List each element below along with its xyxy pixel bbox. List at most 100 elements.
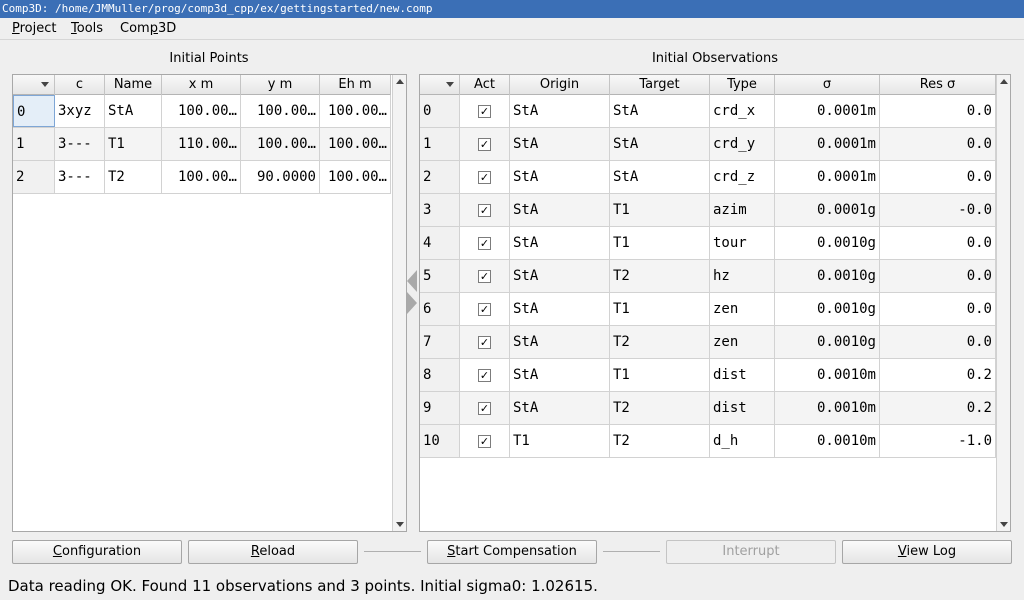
obs-col-res-sigma[interactable]: Res σ (880, 75, 996, 95)
row-number[interactable]: 0 (420, 95, 460, 127)
table-cell[interactable]: 0.0 (880, 128, 996, 160)
active-cell[interactable]: ✓ (460, 293, 510, 325)
scroll-up-icon[interactable] (1000, 79, 1008, 84)
table-row[interactable]: 0 3xyz StA 100.00… 100.00… 100.00… (13, 95, 391, 128)
table-cell[interactable]: StA (510, 95, 610, 127)
row-number[interactable]: 0 (13, 95, 55, 127)
observations-table[interactable]: Act Origin Target Type σ Res σ 0 ✓ StA StA c… (419, 74, 1011, 532)
table-cell[interactable]: StA (510, 227, 610, 259)
obs-col-sigma[interactable]: σ (775, 75, 880, 95)
table-cell[interactable]: tour (710, 227, 775, 259)
table-cell[interactable]: crd_z (710, 161, 775, 193)
interrupt-button[interactable]: Interrupt (666, 540, 836, 564)
table-cell[interactable]: azim (710, 194, 775, 226)
table-cell[interactable]: T1 (610, 227, 710, 259)
table-cell[interactable]: 90.0000 (241, 161, 320, 193)
table-cell[interactable]: T1 (610, 194, 710, 226)
points-col-y[interactable]: y m (241, 75, 320, 95)
table-cell[interactable]: StA (610, 95, 710, 127)
row-number[interactable]: 10 (420, 425, 460, 457)
table-cell[interactable]: dist (710, 392, 775, 424)
menu-tools[interactable]: Tools (71, 20, 103, 38)
table-cell[interactable]: 3--- (55, 128, 105, 160)
row-number[interactable]: 2 (420, 161, 460, 193)
table-cell[interactable]: T2 (610, 260, 710, 292)
points-table[interactable]: c Name x m y m Eh m 0 3xyz StA 100.00… 100.0… (12, 74, 407, 532)
row-number[interactable]: 1 (13, 128, 55, 160)
table-cell[interactable]: 0.0010g (775, 293, 880, 325)
active-cell[interactable]: ✓ (460, 227, 510, 259)
table-cell[interactable]: T2 (105, 161, 162, 193)
active-cell[interactable]: ✓ (460, 425, 510, 457)
table-cell[interactable]: T2 (610, 425, 710, 457)
checkmark-icon[interactable]: ✓ (478, 401, 491, 415)
obs-col-corner[interactable] (420, 75, 460, 95)
obs-col-type[interactable]: Type (710, 75, 775, 95)
table-cell[interactable]: StA (510, 359, 610, 391)
active-cell[interactable]: ✓ (460, 161, 510, 193)
table-cell[interactable]: -0.0 (880, 194, 996, 226)
checkmark-icon[interactable]: ✓ (478, 203, 491, 217)
checkmark-icon[interactable]: ✓ (478, 137, 491, 151)
row-number[interactable]: 2 (13, 161, 55, 193)
table-cell[interactable]: StA (510, 293, 610, 325)
points-scrollbar[interactable] (392, 75, 406, 531)
row-number[interactable]: 8 (420, 359, 460, 391)
table-cell[interactable]: T2 (610, 392, 710, 424)
table-cell[interactable]: zen (710, 326, 775, 358)
table-row[interactable]: 5 ✓ StA T2 hz 0.0010g 0.0 (420, 260, 996, 293)
active-cell[interactable]: ✓ (460, 392, 510, 424)
table-cell[interactable]: StA (610, 161, 710, 193)
table-row[interactable]: 2 ✓ StA StA crd_z 0.0001m 0.0 (420, 161, 996, 194)
table-cell[interactable]: 0.0 (880, 161, 996, 193)
table-cell[interactable]: T2 (610, 326, 710, 358)
table-row[interactable]: 8 ✓ StA T1 dist 0.0010m 0.2 (420, 359, 996, 392)
row-number[interactable]: 7 (420, 326, 460, 358)
points-col-corner[interactable] (13, 75, 55, 95)
triangle-left-icon[interactable] (407, 270, 417, 292)
table-row[interactable]: 10 ✓ T1 T2 d_h 0.0010m -1.0 (420, 425, 996, 458)
row-number[interactable]: 3 (420, 194, 460, 226)
table-row[interactable]: 2 3--- T2 100.00… 90.0000 100.00… (13, 161, 391, 194)
obs-col-act[interactable]: Act (460, 75, 510, 95)
active-cell[interactable]: ✓ (460, 194, 510, 226)
checkmark-icon[interactable]: ✓ (478, 104, 491, 118)
obs-col-origin[interactable]: Origin (510, 75, 610, 95)
table-row[interactable]: 9 ✓ StA T2 dist 0.0010m 0.2 (420, 392, 996, 425)
table-cell[interactable]: 0.0 (880, 260, 996, 292)
checkmark-icon[interactable]: ✓ (478, 335, 491, 349)
table-cell[interactable]: 100.00… (320, 128, 391, 160)
row-number[interactable]: 4 (420, 227, 460, 259)
view-log-button[interactable]: View Log (842, 540, 1012, 564)
row-number[interactable]: 9 (420, 392, 460, 424)
table-cell[interactable]: 110.00… (162, 128, 241, 160)
obs-col-target[interactable]: Target (610, 75, 710, 95)
table-cell[interactable]: hz (710, 260, 775, 292)
table-cell[interactable]: 0.2 (880, 359, 996, 391)
triangle-right-icon[interactable] (407, 292, 417, 314)
menu-project[interactable]: Project (12, 20, 57, 38)
table-cell[interactable]: 0.2 (880, 392, 996, 424)
table-cell[interactable]: -1.0 (880, 425, 996, 457)
table-cell[interactable]: StA (510, 161, 610, 193)
checkmark-icon[interactable]: ✓ (478, 170, 491, 184)
scroll-down-icon[interactable] (1000, 522, 1008, 527)
points-col-x[interactable]: x m (162, 75, 241, 95)
table-row[interactable]: 6 ✓ StA T1 zen 0.0010g 0.0 (420, 293, 996, 326)
table-cell[interactable]: StA (610, 128, 710, 160)
table-cell[interactable]: 3--- (55, 161, 105, 193)
table-cell[interactable]: 100.00… (241, 128, 320, 160)
table-cell[interactable]: 100.00… (320, 161, 391, 193)
table-cell[interactable]: T1 (610, 359, 710, 391)
panel-splitter[interactable] (405, 270, 417, 314)
table-cell[interactable]: 3xyz (55, 95, 105, 127)
active-cell[interactable]: ✓ (460, 95, 510, 127)
scroll-up-icon[interactable] (396, 79, 404, 84)
points-col-c[interactable]: c (55, 75, 105, 95)
scroll-down-icon[interactable] (396, 522, 404, 527)
active-cell[interactable]: ✓ (460, 359, 510, 391)
table-cell[interactable]: 100.00… (241, 95, 320, 127)
table-cell[interactable]: 100.00… (162, 161, 241, 193)
row-number[interactable]: 5 (420, 260, 460, 292)
table-cell[interactable]: 0.0 (880, 227, 996, 259)
